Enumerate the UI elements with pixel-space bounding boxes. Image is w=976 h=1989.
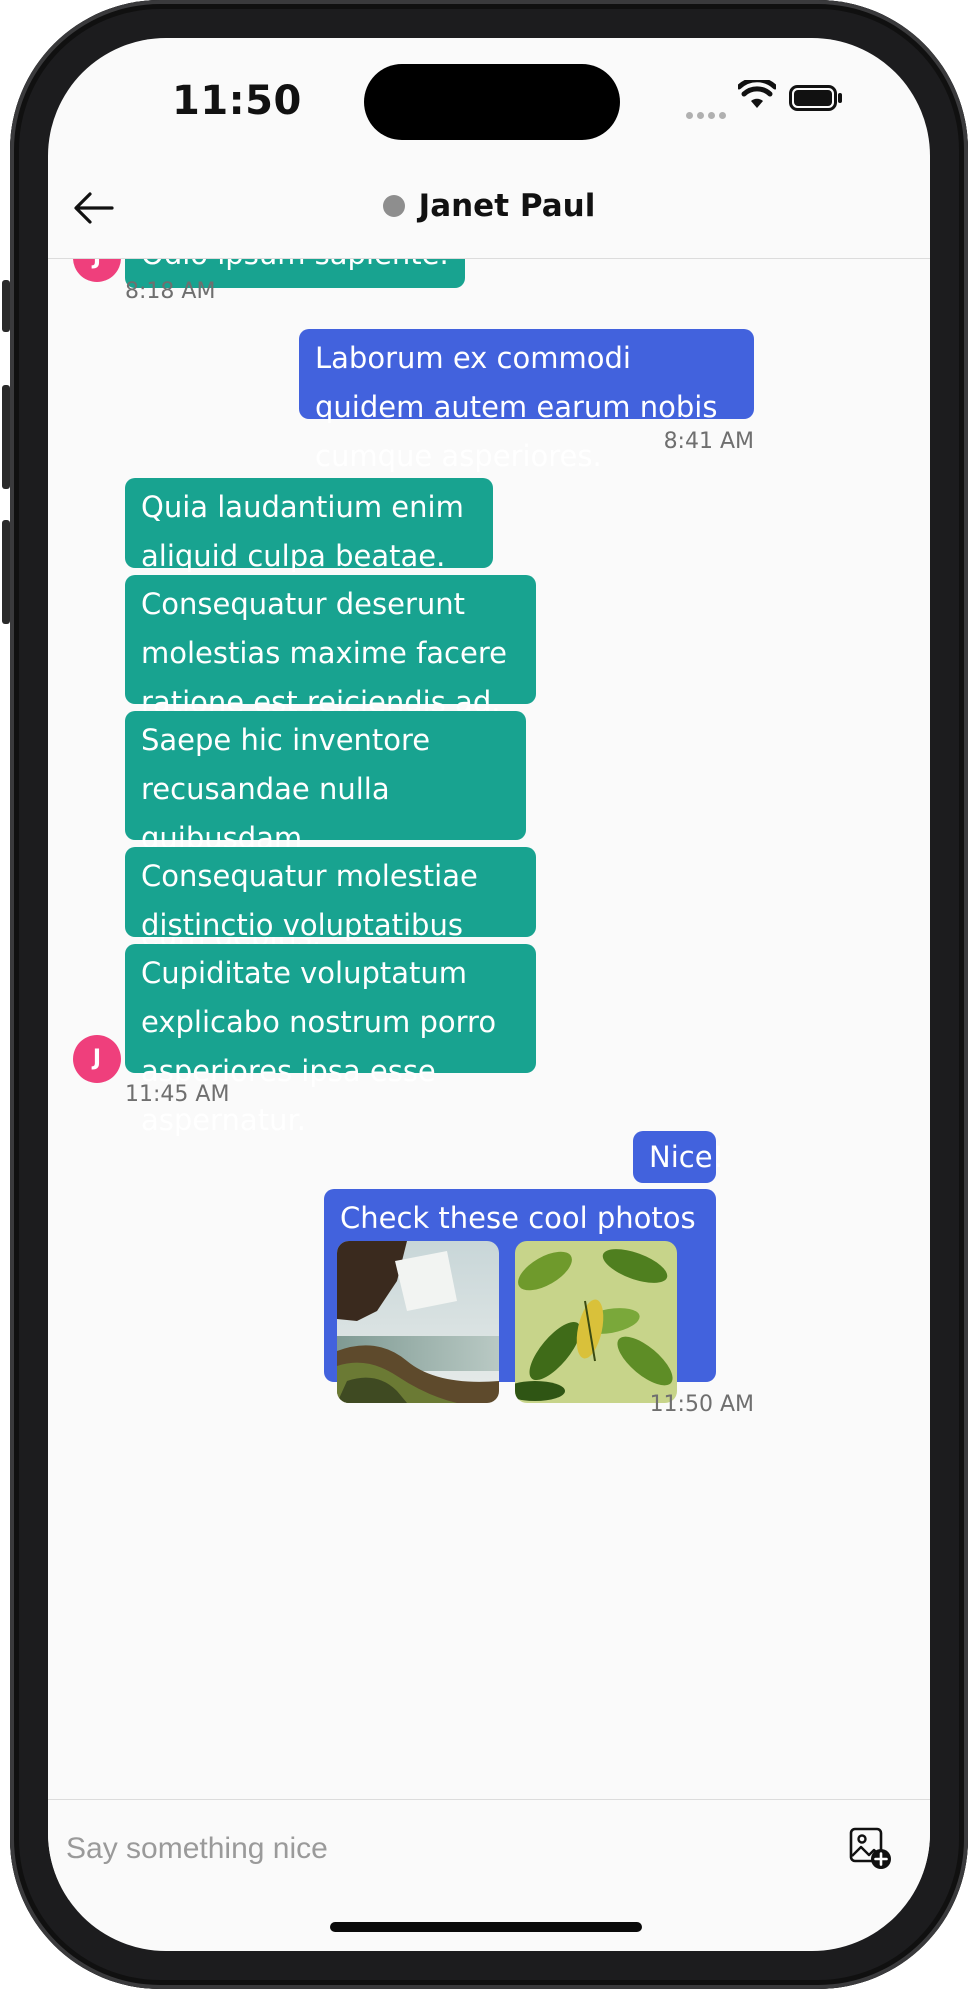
message-timestamp: 11:45 AM (125, 1082, 230, 1107)
incoming-message[interactable]: Cupiditate voluptatum explicabo nostrum … (125, 944, 536, 1137)
home-indicator[interactable] (330, 1922, 642, 1932)
contact-avatar: J (73, 1035, 121, 1083)
phone-device: 11:50 Janet Paul 8:18 AM Laborum ex comm… (2, 0, 968, 1989)
incoming-message[interactable]: Saepe hic inventore recusandae nulla qui… (125, 711, 526, 953)
waterfall-photo[interactable] (337, 1241, 499, 1403)
message-list[interactable]: J Odio ipsum sapiente. 8:18 AM Laborum e… (48, 259, 930, 1799)
incoming-message[interactable]: Consequatur molestiae distinctio volupta… (125, 847, 536, 991)
volume-down-button (2, 520, 10, 624)
message-timestamp: 8:41 AM (663, 429, 754, 454)
status-time: 11:50 (172, 78, 302, 124)
outgoing-message[interactable]: Nice! (633, 1131, 724, 1183)
dynamic-island (364, 64, 620, 140)
contact-name: Janet Paul (418, 188, 596, 224)
incoming-message[interactable]: Quia laudantium enim aliquid culpa beata… (125, 478, 493, 573)
silent-switch (2, 280, 10, 332)
message-timestamp: 11:50 AM (649, 1392, 754, 1417)
presence-indicator (382, 195, 405, 217)
message-composer (48, 1799, 930, 1900)
add-image-icon[interactable] (848, 1826, 892, 1870)
phone-frame: 11:50 Janet Paul 8:18 AM Laborum ex comm… (10, 0, 968, 1989)
battery-icon (789, 85, 842, 111)
signal-dots (686, 104, 730, 123)
chat-header: Janet Paul (48, 158, 930, 259)
message-timestamp: 8:18 AM (125, 279, 216, 304)
message-input[interactable] (64, 1818, 828, 1880)
screen: 11:50 Janet Paul 8:18 AM Laborum ex comm… (48, 38, 930, 1951)
outgoing-message[interactable]: Laborum ex commodi quidem autem earum no… (299, 329, 754, 473)
contact-avatar: J (73, 259, 121, 282)
incoming-message[interactable]: Consequatur deserunt molestias maxime fa… (125, 575, 536, 719)
leaves-photo[interactable] (515, 1241, 677, 1403)
header-title-group: Janet Paul (48, 188, 930, 224)
volume-up-button (2, 385, 10, 489)
wifi-icon (738, 80, 776, 108)
outgoing-photo-message[interactable]: Check these cool photos I took! (324, 1189, 716, 1403)
